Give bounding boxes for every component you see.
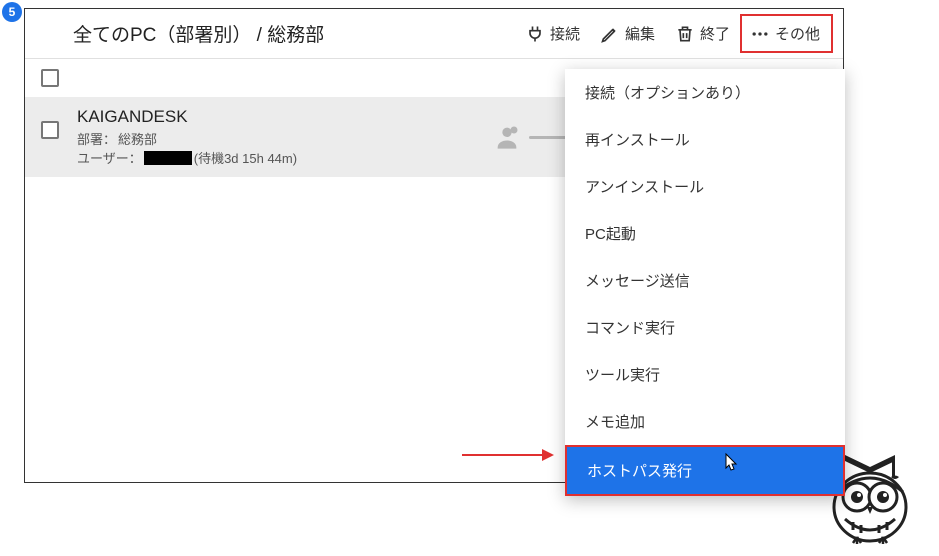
- trash-icon: [675, 24, 695, 44]
- plug-icon: [525, 24, 545, 44]
- pencil-icon: [600, 24, 620, 44]
- connect-label: 接続: [550, 23, 580, 44]
- pc-dept: 部署： 総務部: [77, 129, 297, 148]
- other-dropdown: 接続（オプションあり）再インストールアンインストールPC起動メッセージ送信コマン…: [565, 69, 845, 496]
- person-icon: [493, 123, 521, 151]
- dept-value: 総務部: [118, 129, 157, 148]
- toolbar: 接続 編集 終了 その他: [515, 14, 833, 53]
- row-checkbox[interactable]: [41, 121, 59, 139]
- menu-item-8[interactable]: ホストパス発行: [567, 447, 843, 494]
- step-badge: 5: [2, 2, 22, 22]
- menu-item-0[interactable]: 接続（オプションあり）: [565, 69, 845, 116]
- wait-time: (待機3d 15h 44m): [194, 148, 297, 167]
- menu-item-3[interactable]: PC起動: [565, 210, 845, 257]
- breadcrumb: 全てのPC（部署別） / 総務部: [35, 20, 324, 47]
- connect-button[interactable]: 接続: [515, 17, 590, 50]
- user-label: ユーザー：: [77, 148, 142, 167]
- menu-item-5[interactable]: コマンド実行: [565, 304, 845, 351]
- user-redacted: [144, 151, 192, 165]
- edit-button[interactable]: 編集: [590, 17, 665, 50]
- pc-user: ユーザー： (待機3d 15h 44m): [77, 148, 297, 167]
- menu-item-2[interactable]: アンインストール: [565, 163, 845, 210]
- main-window: 全てのPC（部署別） / 総務部 接続 編集 終了: [24, 8, 844, 483]
- pc-name: KAIGANDESK: [77, 107, 297, 127]
- menu-item-4[interactable]: メッセージ送信: [565, 257, 845, 304]
- edit-label: 編集: [625, 23, 655, 44]
- more-icon: [750, 24, 770, 44]
- menu-item-1[interactable]: 再インストール: [565, 116, 845, 163]
- menu-item-7[interactable]: メモ追加: [565, 398, 845, 445]
- cursor-icon: [721, 452, 739, 477]
- other-label: その他: [775, 23, 820, 44]
- other-button[interactable]: その他: [740, 14, 833, 53]
- select-all-checkbox[interactable]: [41, 69, 59, 87]
- end-button[interactable]: 終了: [665, 17, 740, 50]
- end-label: 終了: [700, 23, 730, 44]
- annotation-arrow: [462, 449, 554, 461]
- titlebar: 全てのPC（部署別） / 総務部 接続 編集 終了: [25, 9, 843, 59]
- dept-label: 部署：: [77, 129, 116, 148]
- row-content: KAIGANDESK 部署： 総務部 ユーザー： (待機3d 15h 44m): [77, 107, 297, 167]
- menu-item-6[interactable]: ツール実行: [565, 351, 845, 398]
